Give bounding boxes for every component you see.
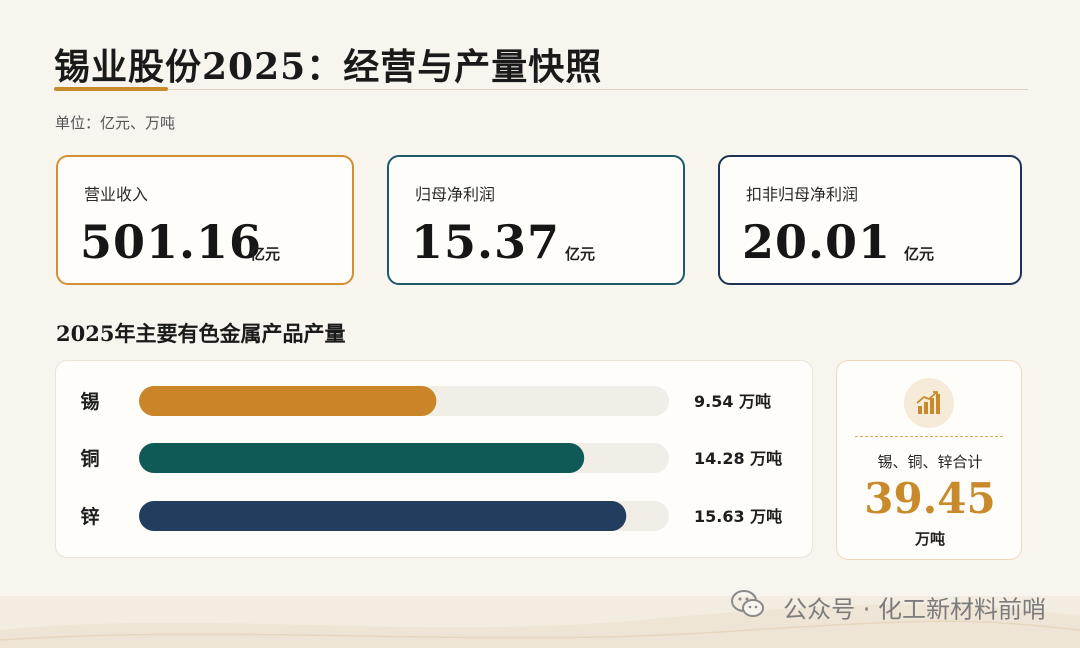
kpi-unit: 亿元 — [904, 245, 935, 263]
bar-chart: 锡 9.54 万吨铜 14.28 万吨锌 15.63 万吨 — [80, 386, 782, 531]
title-accent-bar — [54, 87, 168, 91]
category-label: 锌 — [80, 505, 99, 528]
summary-card: 锡、铜、锌合计 39.45 万吨 — [836, 360, 1022, 560]
page-title: 锡业股份2025：经营与产量快照 — [54, 46, 603, 88]
value-label: 9.54 万吨 — [694, 392, 771, 411]
bar — [139, 443, 585, 473]
kpi-value: 501.16 — [80, 215, 263, 269]
summary-label: 锡、铜、锌合计 — [877, 453, 983, 471]
kpi-unit: 亿元 — [250, 245, 281, 263]
kpi-label: 扣非归母净利润 — [746, 185, 859, 204]
bar-chart-panel: 锡 9.54 万吨铜 14.28 万吨锌 15.63 万吨 — [55, 360, 813, 558]
kpi-label: 归母净利润 — [415, 185, 496, 204]
bar — [139, 501, 627, 531]
title-divider — [54, 89, 1028, 90]
chart-title: 2025年主要有色金属产品产量 — [56, 321, 346, 346]
summary-unit: 万吨 — [914, 530, 945, 548]
wechat-icon — [731, 589, 765, 625]
category-label: 锡 — [80, 390, 99, 413]
kpi-label: 营业收入 — [84, 185, 149, 204]
bar — [139, 386, 437, 416]
value-label: 14.28 万吨 — [694, 449, 782, 468]
watermark-text: 公众号 · 化工新材料前哨 — [783, 595, 1046, 624]
bar-chart-icon — [904, 378, 954, 428]
summary-value: 39.45 — [864, 474, 996, 523]
kpi-unit: 亿元 — [565, 245, 596, 263]
kpi-card-net-profit: 归母净利润 15.37 亿元 — [387, 155, 685, 285]
kpi-card-revenue: 营业收入 501.16 亿元 — [56, 155, 354, 285]
kpi-value: 20.01 — [742, 215, 892, 269]
summary-divider — [855, 436, 1003, 437]
watermark: 公众号 · 化工新材料前哨 — [731, 589, 1046, 625]
unit-note: 单位：亿元、万吨 — [55, 114, 176, 132]
value-label: 15.63 万吨 — [694, 507, 782, 526]
category-label: 铜 — [80, 447, 99, 470]
kpi-card-adjusted-net-profit: 扣非归母净利润 20.01 亿元 — [718, 155, 1022, 285]
kpi-value: 15.37 — [411, 215, 561, 269]
